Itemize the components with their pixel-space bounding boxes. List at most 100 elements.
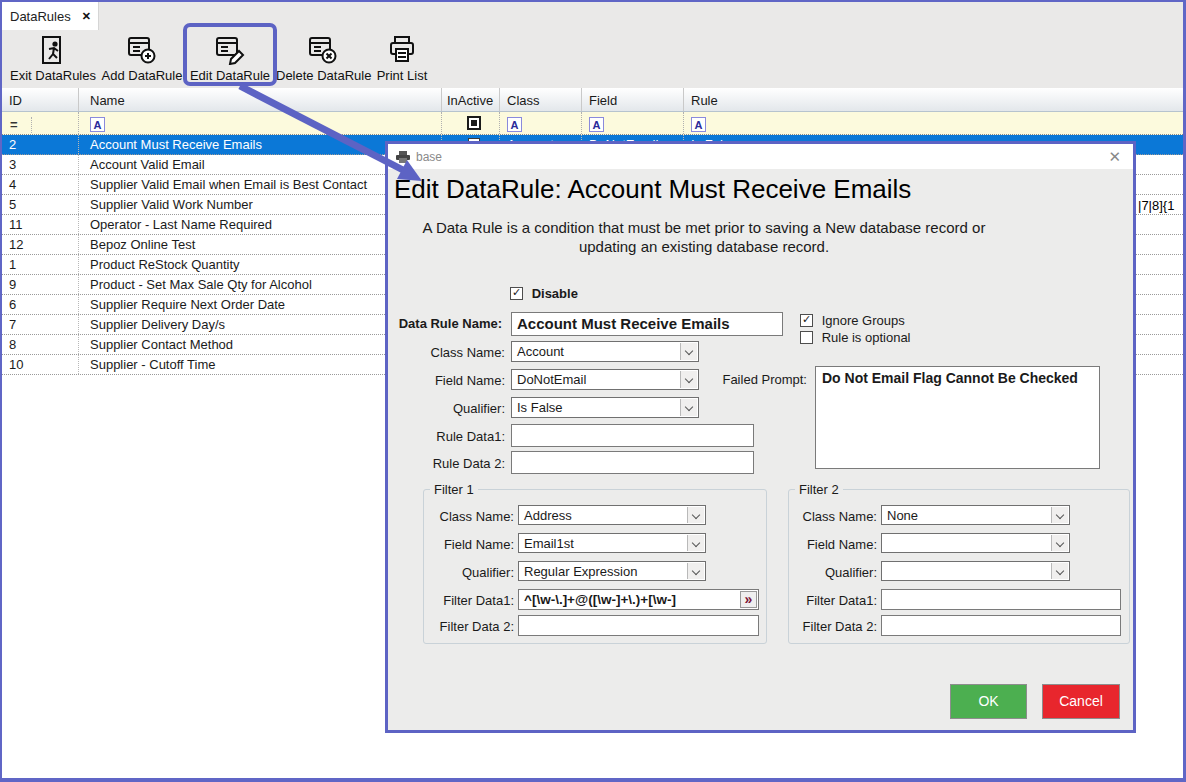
filter2-data2-input[interactable]	[881, 615, 1121, 636]
filter2-data1-label: Filter Data1:	[789, 593, 877, 608]
disable-label: Disable	[532, 286, 578, 301]
filter2-groupbox: Filter 2 Class Name: None Field Name: Qu…	[788, 489, 1130, 644]
column-header-inactive[interactable]: InActive	[442, 88, 500, 111]
print-list-button[interactable]: Print List	[374, 32, 430, 86]
column-header-class[interactable]: Class	[500, 88, 582, 111]
column-header-id[interactable]: ID	[2, 88, 79, 111]
cell-id: 5	[2, 195, 79, 214]
chevron-down-icon[interactable]	[1051, 563, 1068, 579]
filter-rule[interactable]: A	[684, 112, 1183, 134]
filter-field[interactable]: A	[582, 112, 684, 134]
expand-editor-icon[interactable]: »	[740, 591, 757, 608]
filter1-class-select[interactable]: Address	[518, 505, 706, 525]
column-header-rule[interactable]: Rule	[684, 88, 1183, 111]
column-header-name[interactable]: Name	[79, 88, 442, 111]
grid-filter-row: = A A A A	[2, 112, 1183, 135]
filter1-qualifier-select[interactable]: Regular Expression	[518, 561, 706, 581]
filter2-class-label: Class Name:	[789, 509, 877, 524]
filter1-field-label: Field Name:	[424, 537, 514, 552]
cell-id: 3	[2, 155, 79, 174]
data-rule-name-label: Data Rule Name:	[388, 316, 502, 331]
ok-button[interactable]: OK	[950, 684, 1027, 719]
filter1-data1-label: Filter Data1:	[424, 593, 514, 608]
exit-datarules-button[interactable]: Exit DataRules	[8, 32, 98, 86]
disable-checkbox[interactable]	[510, 287, 523, 300]
field-name-select[interactable]: DoNotEmail	[511, 369, 699, 390]
column-header-field[interactable]: Field	[582, 88, 684, 111]
chevron-down-icon[interactable]	[680, 343, 697, 360]
filter1-groupbox: Filter 1 Class Name: Address Field Name:…	[423, 489, 767, 644]
rule-optional-checkbox[interactable]	[800, 331, 813, 344]
data-rule-name-input[interactable]: Account Must Receive Emails	[511, 312, 783, 336]
dialog-app-icon	[396, 151, 410, 163]
edit-button-highlight-annotation	[183, 23, 277, 86]
add-datarule-button[interactable]: Add DataRule	[100, 32, 184, 86]
text-filter-icon[interactable]: A	[589, 117, 604, 132]
filter1-data1-input[interactable]: ^[\w-\.]+@([\w-]+\.)+[\w-] »	[518, 589, 759, 610]
chevron-down-icon[interactable]	[680, 399, 697, 416]
rule-cell-overflow-text: |7|8]{1	[1138, 198, 1174, 213]
filter1-title: Filter 1	[430, 482, 478, 497]
filter2-data1-input[interactable]	[881, 589, 1121, 610]
filter1-data2-input[interactable]	[518, 615, 759, 636]
cell-id: 12	[2, 235, 79, 254]
rule-data1-input[interactable]	[511, 424, 754, 447]
filter2-title: Filter 2	[795, 482, 843, 497]
dialog-description: A Data Rule is a condition that must be …	[398, 218, 1010, 256]
chevron-down-icon[interactable]	[1051, 507, 1068, 523]
cell-id: 10	[2, 355, 79, 374]
tab-bar: DataRules ✕	[2, 2, 1183, 30]
text-filter-icon[interactable]: A	[507, 117, 522, 132]
toolbar: Exit DataRules Add DataRule	[2, 30, 1183, 88]
filter-class[interactable]: A	[500, 112, 582, 134]
text-filter-icon[interactable]: A	[90, 117, 105, 132]
filter2-class-select[interactable]: None	[881, 505, 1070, 525]
tab-datarules[interactable]: DataRules ✕	[2, 2, 99, 30]
datarules-window: DataRules ✕ Exit DataRules	[0, 0, 1186, 782]
chevron-down-icon[interactable]	[687, 507, 704, 523]
dialog-heading: Edit DataRule: Account Must Receive Emai…	[394, 174, 911, 205]
chevron-down-icon[interactable]	[1051, 535, 1068, 551]
filter1-qualifier-label: Qualifier:	[424, 565, 514, 580]
cell-id: 2	[2, 135, 79, 154]
delete-icon	[308, 35, 338, 65]
filter-name[interactable]: A	[79, 112, 442, 134]
qualifier-label: Qualifier:	[388, 401, 505, 416]
disable-checkbox-row: Disable	[510, 285, 578, 301]
filter1-field-select[interactable]: Email1st	[518, 533, 706, 553]
filter-inactive[interactable]	[442, 112, 500, 134]
filter-id[interactable]: =	[2, 112, 79, 134]
cell-id: 11	[2, 215, 79, 234]
ignore-groups-checkbox[interactable]	[800, 314, 813, 327]
exit-icon	[39, 35, 67, 65]
indeterminate-checkbox-icon[interactable]	[467, 116, 481, 130]
print-icon	[388, 35, 416, 65]
class-name-select[interactable]: Account	[511, 341, 699, 362]
cell-id: 8	[2, 335, 79, 354]
filter1-data2-label: Filter Data 2:	[424, 619, 514, 634]
chevron-down-icon[interactable]	[687, 563, 704, 579]
cell-id: 7	[2, 315, 79, 334]
filter2-data2-label: Filter Data 2:	[789, 619, 877, 634]
tab-close-icon[interactable]: ✕	[82, 10, 91, 23]
cell-id: 6	[2, 295, 79, 314]
rule-data2-input[interactable]	[511, 451, 754, 474]
failed-prompt-textarea[interactable]: Do Not Email Flag Cannot Be Checked	[815, 366, 1100, 469]
filter2-qualifier-label: Qualifier:	[789, 565, 877, 580]
dialog-close-icon[interactable]: ✕	[1108, 148, 1121, 166]
cancel-button[interactable]: Cancel	[1042, 684, 1120, 719]
ignore-groups-label: Ignore Groups	[822, 313, 905, 328]
tab-title: DataRules	[10, 9, 71, 24]
equals-operator-icon[interactable]: =	[10, 117, 32, 133]
add-icon	[127, 35, 157, 65]
text-filter-icon[interactable]: A	[691, 117, 706, 132]
cell-id: 1	[2, 255, 79, 274]
delete-datarule-button[interactable]: Delete DataRule	[276, 32, 370, 86]
dialog-titlebar: base ✕	[388, 144, 1133, 169]
cell-id: 4	[2, 175, 79, 194]
filter2-field-label: Field Name:	[789, 537, 877, 552]
filter2-field-select[interactable]	[881, 533, 1070, 553]
chevron-down-icon[interactable]	[687, 535, 704, 551]
qualifier-select[interactable]: Is False	[511, 397, 699, 418]
filter2-qualifier-select[interactable]	[881, 561, 1070, 581]
